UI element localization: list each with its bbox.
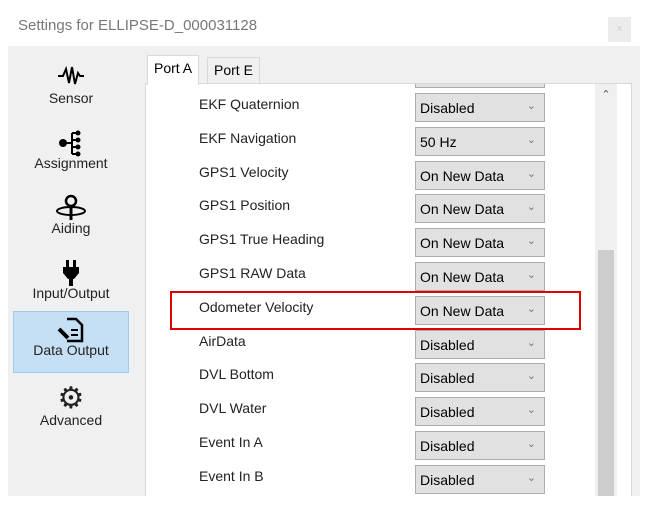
output-rate-dropdown[interactable]: Disabled ⌄ — [415, 363, 545, 393]
output-rate-dropdown[interactable]: Disabled ⌄ — [415, 329, 545, 359]
sidebar-item-label: Aiding — [51, 220, 91, 236]
close-button[interactable]: × — [608, 17, 631, 42]
dropdown-value: On New Data — [420, 235, 505, 252]
output-rate-dropdown[interactable]: On New Data ⌄ — [415, 228, 545, 258]
document-pen-icon — [14, 312, 128, 343]
setting-row: Event In A Disabled ⌄ — [150, 431, 593, 462]
output-rate-dropdown[interactable]: On New Data ⌄ — [415, 160, 545, 190]
setting-row: GPS1 True Heading On New Data ⌄ — [150, 228, 593, 259]
setting-row: GPS1 Position On New Data ⌄ — [150, 194, 593, 225]
chevron-down-icon: ⌄ — [526, 370, 536, 383]
window-title: Settings for ELLIPSE-D_000031128 — [18, 17, 258, 34]
waveform-icon — [13, 60, 129, 90]
sidebar-item-label: Data Output — [33, 342, 109, 358]
sidebar-item-input-output[interactable]: Input/Output — [13, 255, 129, 317]
tab-port-e[interactable]: Port E — [207, 57, 260, 84]
dropdown-value: On New Data — [420, 269, 505, 285]
setting-row: Event In B Disabled ⌄ — [150, 464, 593, 496]
sidebar-item-sensor[interactable]: Sensor — [13, 60, 129, 122]
output-rate-dropdown[interactable]: Disabled ⌄ — [415, 93, 545, 122]
chevron-down-icon: ⌄ — [526, 471, 536, 484]
setting-label: Event In B — [199, 467, 264, 484]
setting-label: GPS1 Position — [199, 197, 291, 214]
dropdown-value: Disabled — [420, 336, 475, 353]
sidebar-item-label: Input/Output — [32, 285, 110, 301]
chevron-down-icon: ⌄ — [526, 269, 536, 281]
chevron-down-icon: ⌄ — [526, 167, 536, 180]
sidebar-item-label: Assignment — [34, 155, 108, 171]
setting-row: GPS1 RAW Data On New Data ⌄ — [150, 262, 593, 293]
scroll-up-icon[interactable]: ⌃ — [595, 88, 617, 101]
location-pin-icon — [13, 190, 129, 220]
setting-row: EKF Quaternion Disabled ⌄ — [150, 93, 593, 124]
sidebar-item-assignment[interactable]: Assignment — [13, 125, 129, 187]
output-rate-dropdown[interactable]: Disabled ⌄ — [415, 431, 545, 460]
setting-label: EKF Navigation — [199, 129, 297, 146]
sidebar-item-advanced[interactable]: ⚙ Advanced — [13, 382, 129, 444]
highlight-box — [170, 291, 581, 330]
setting-row: DVL Bottom Disabled ⌄ — [150, 363, 593, 394]
tab-port-a[interactable]: Port A — [147, 55, 200, 85]
sidebar-item-data-output[interactable]: Data Output — [13, 311, 129, 373]
tree-icon — [13, 125, 129, 157]
chevron-down-icon: ⌄ — [526, 336, 536, 349]
partial-dropdown[interactable] — [415, 84, 545, 88]
dropdown-value: On New Data — [420, 201, 505, 218]
setting-label: GPS1 Velocity — [199, 163, 289, 180]
setting-row: EKF Navigation 50 Hz ⌄ — [150, 126, 593, 158]
chevron-down-icon: ⌄ — [526, 235, 536, 248]
plug-icon — [13, 255, 129, 286]
chevron-down-icon: ⌄ — [526, 100, 536, 112]
setting-label: DVL Bottom — [199, 366, 274, 383]
output-rate-dropdown[interactable]: 50 Hz ⌄ — [415, 126, 545, 156]
output-rate-dropdown[interactable]: On New Data ⌄ — [415, 194, 545, 224]
vertical-scrollbar[interactable]: ⌃ — [595, 84, 617, 496]
output-rate-dropdown[interactable]: On New Data ⌄ — [415, 262, 545, 291]
setting-label: GPS1 RAW Data — [199, 265, 306, 281]
dropdown-value: Disabled — [420, 438, 475, 454]
dropdown-value: Disabled — [420, 404, 475, 421]
dropdown-value: 50 Hz — [420, 133, 457, 150]
setting-label: Event In A — [199, 434, 263, 450]
setting-label: EKF Quaternion — [199, 96, 300, 112]
sidebar-item-label: Sensor — [48, 90, 94, 106]
dropdown-value: Disabled — [420, 370, 475, 387]
chevron-down-icon: ⌄ — [526, 404, 536, 417]
dropdown-value: Disabled — [420, 471, 475, 488]
setting-row: GPS1 Velocity On New Data ⌄ — [150, 160, 593, 192]
sidebar-item-aiding[interactable]: Aiding — [13, 190, 129, 252]
setting-label: AirData — [199, 332, 246, 349]
output-settings-list: EKF Quaternion Disabled ⌄ EKF Navigation 5… — [150, 84, 593, 496]
setting-row: AirData Disabled ⌄ — [150, 329, 593, 361]
output-rate-dropdown[interactable]: Disabled ⌄ — [415, 397, 545, 427]
gear-icon: ⚙ — [57, 382, 85, 415]
setting-label: DVL Water — [199, 400, 267, 417]
dropdown-value: Disabled — [420, 100, 475, 116]
chevron-down-icon: ⌄ — [526, 201, 536, 214]
setting-row: DVL Water Disabled ⌄ — [150, 397, 593, 428]
scrollbar-thumb[interactable] — [598, 250, 614, 496]
output-rate-dropdown[interactable]: Disabled ⌄ — [415, 464, 545, 494]
setting-label: GPS1 True Heading — [199, 231, 325, 248]
chevron-down-icon: ⌄ — [526, 133, 536, 146]
sidebar-item-label: Advanced — [39, 412, 103, 428]
dropdown-value: On New Data — [420, 167, 505, 184]
chevron-down-icon: ⌄ — [526, 438, 536, 450]
